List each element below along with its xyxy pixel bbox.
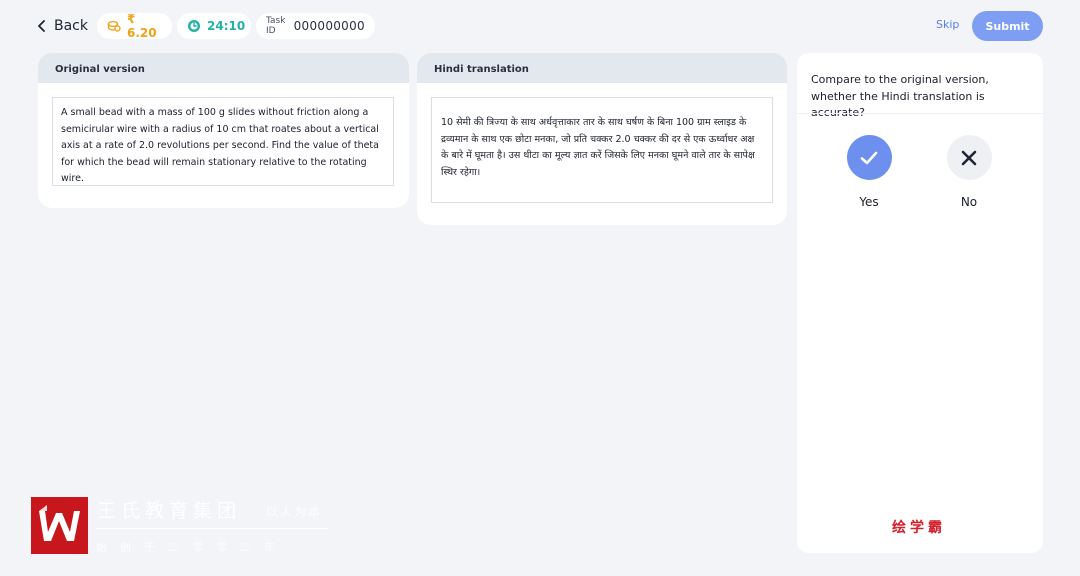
back-label: Back — [54, 18, 88, 34]
w-logo-icon — [31, 497, 88, 554]
checkmark-icon — [860, 151, 878, 164]
timer-badge: 24:10 — [177, 13, 251, 39]
top-bar: Back ₹ 6.20 24:10 Task ID 000000000 Skip… — [0, 0, 1080, 52]
hindi-translation-card: Hindi translation 10 सेमी की त्रिज्या के… — [417, 53, 787, 225]
task-id-value: 000000000 — [293, 19, 365, 33]
timer-value: 24:10 — [207, 19, 246, 33]
coin-balance-badge: ₹ 6.20 — [97, 12, 172, 40]
brand-logo — [31, 497, 88, 554]
timer-icon — [188, 20, 200, 32]
original-version-title: Original version — [38, 53, 409, 83]
submit-button[interactable]: Submit — [972, 11, 1043, 41]
original-version-card: Original version A small bead with a mas… — [38, 53, 409, 208]
yes-option[interactable]: Yes — [839, 135, 899, 209]
hindi-translation-title: Hindi translation — [417, 53, 787, 83]
yes-label: Yes — [859, 195, 879, 209]
hindi-translation-text[interactable]: 10 सेमी की त्रिज्या के साथ अर्धवृत्ताकार… — [431, 97, 773, 203]
task-id-label: Task ID — [266, 16, 286, 36]
back-button[interactable]: Back — [36, 14, 88, 38]
watermark-slogan: 以人为本 — [266, 505, 323, 519]
brand-watermark-text: 绘学霸 — [892, 520, 946, 536]
no-option[interactable]: No — [939, 135, 999, 209]
question-panel: Compare to the original version, whether… — [797, 53, 1043, 553]
close-icon — [961, 150, 977, 165]
task-id-badge: Task ID 000000000 — [256, 13, 375, 39]
no-label: No — [960, 195, 978, 209]
watermark-divider — [96, 528, 328, 529]
coins-icon — [107, 20, 121, 32]
divider — [797, 113, 1043, 114]
original-text: A small bead with a mass of 100 g slides… — [52, 97, 394, 186]
chevron-left-icon — [38, 20, 45, 32]
coin-balance-value: ₹ 6.20 — [127, 12, 157, 40]
yes-button[interactable] — [846, 135, 892, 180]
watermark-title: 王氏教育集团 — [97, 500, 242, 522]
question-text: Compare to the original version, whether… — [811, 73, 989, 119]
skip-button[interactable]: Skip — [936, 18, 959, 31]
no-button[interactable] — [946, 135, 992, 180]
watermark-subtitle: 始创于二零零二年 — [96, 541, 288, 554]
